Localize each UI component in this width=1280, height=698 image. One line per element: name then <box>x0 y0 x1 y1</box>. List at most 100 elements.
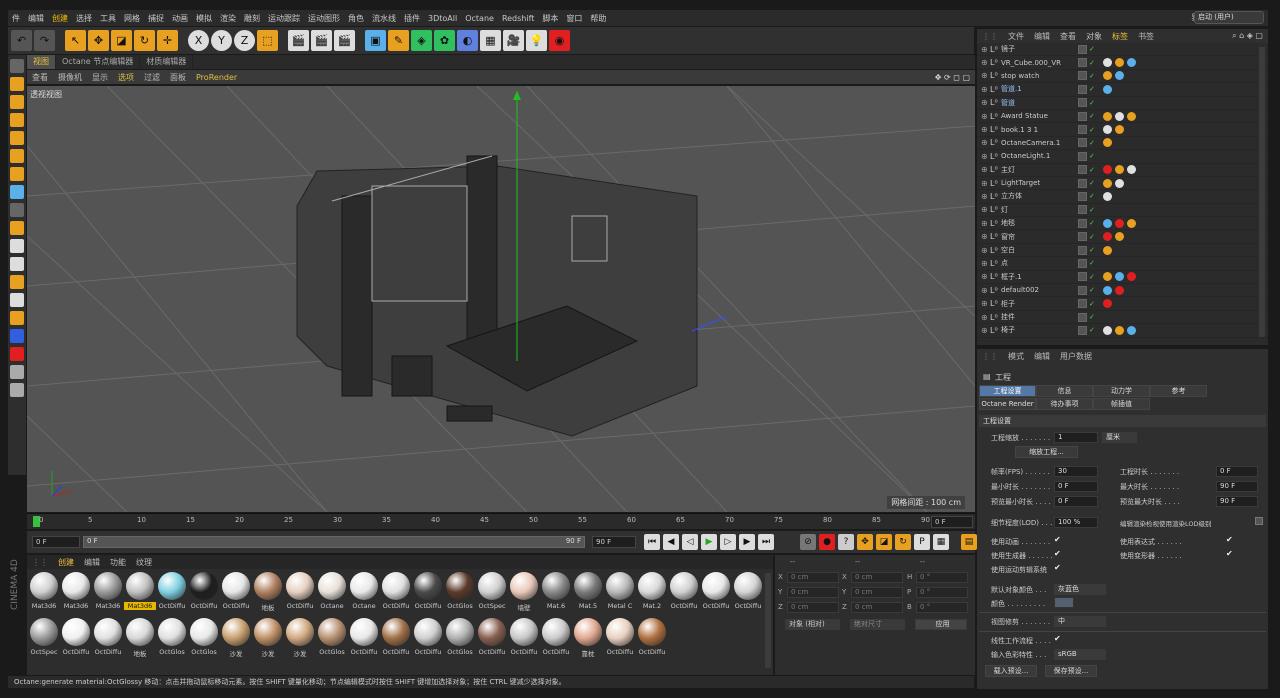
material-swatch[interactable]: 沙发 <box>252 618 284 664</box>
material-swatch[interactable]: Mat3d6 <box>124 572 156 618</box>
coord-field[interactable]: 0 cm <box>851 587 903 598</box>
go-start-icon[interactable]: ⏮ <box>644 534 660 550</box>
end-frame-field[interactable]: 90 F <box>592 536 636 548</box>
transform-tool-icon[interactable]: ✛ <box>157 30 178 51</box>
vp-menu-prorender[interactable]: ProRender <box>191 73 242 82</box>
enabled-check-icon[interactable]: ✓ <box>1089 192 1095 200</box>
visibility-toggle[interactable] <box>1078 232 1087 242</box>
sphere-icon[interactable] <box>10 329 24 343</box>
use-generators-checkbox[interactable]: ✔ <box>1054 549 1061 558</box>
enabled-check-icon[interactable]: ✓ <box>1089 72 1095 80</box>
menu-item-15[interactable]: 插件 <box>400 13 424 24</box>
expand-icon[interactable]: ⊕ <box>981 299 988 308</box>
object-row[interactable]: ⊕ L⁰ 点 ✓ <box>977 257 1268 271</box>
undo-icon[interactable]: ↶ <box>11 30 32 51</box>
om-menu-object[interactable]: 对象 <box>1081 31 1107 42</box>
object-row[interactable]: ⊕ L⁰ 管道 ✓ <box>977 97 1268 110</box>
tab-reference[interactable]: 参考 <box>1150 385 1207 397</box>
input-color-select[interactable]: sRGB <box>1054 649 1106 660</box>
menu-item-3[interactable]: 选择 <box>72 13 96 24</box>
material-tag-icon[interactable] <box>1103 285 1112 295</box>
material-tag-icon[interactable] <box>1127 165 1136 175</box>
material-tag-icon[interactable] <box>1127 272 1136 282</box>
visibility-toggle[interactable] <box>1078 285 1087 295</box>
material-swatch[interactable]: 墙壁 <box>508 572 540 618</box>
object-row[interactable]: ⊕ L⁰ 空白 ✓ <box>977 244 1268 258</box>
object-row[interactable]: ⊕ L⁰ default002 ✓ <box>977 284 1268 298</box>
menu-item-9[interactable]: 渲染 <box>216 13 240 24</box>
material-swatch[interactable]: Metal C <box>604 572 636 618</box>
enabled-check-icon[interactable]: ✓ <box>1089 179 1095 187</box>
material-tag-icon[interactable] <box>1103 165 1112 175</box>
material-tag-icon[interactable] <box>1103 111 1112 121</box>
om-search-icon[interactable]: ⌕ ⌂ ◈ ▢ <box>1227 31 1268 41</box>
linear-workflow-checkbox[interactable]: ✔ <box>1054 634 1061 643</box>
attr-menu-edit[interactable]: 编辑 <box>1029 351 1055 362</box>
material-tag-icon[interactable] <box>1115 325 1124 335</box>
material-tag-icon[interactable] <box>1115 165 1124 175</box>
expand-icon[interactable]: ⊕ <box>981 125 988 134</box>
settings-icon[interactable] <box>10 383 24 397</box>
enabled-check-icon[interactable]: ✓ <box>1089 233 1095 241</box>
enabled-check-icon[interactable]: ✓ <box>1089 139 1095 147</box>
object-row[interactable]: ⊕ L⁰ 挂件 ✓ <box>977 311 1268 325</box>
coord-field[interactable]: 0 cm <box>787 602 839 613</box>
object-row[interactable]: ⊕ L⁰ book.1 3 1 ✓ <box>977 123 1268 137</box>
coord-field[interactable]: 0 ° <box>916 572 968 583</box>
om-menu-edit[interactable]: 编辑 <box>1029 31 1055 42</box>
go-end-icon[interactable]: ⏭ <box>758 534 774 550</box>
expand-icon[interactable]: ⊕ <box>981 246 988 255</box>
visibility-toggle[interactable] <box>1078 84 1087 94</box>
prev-frame-icon[interactable]: ◁ <box>682 534 698 550</box>
visibility-toggle[interactable] <box>1078 312 1087 322</box>
material-tag-icon[interactable] <box>1115 125 1124 135</box>
visibility-toggle[interactable] <box>1078 272 1087 282</box>
material-tag-icon[interactable] <box>1115 111 1124 121</box>
expand-icon[interactable]: ⊕ <box>981 45 988 54</box>
material-tag-icon[interactable] <box>1103 299 1112 309</box>
material-swatch[interactable]: OctDiffu <box>220 572 252 618</box>
next-key-icon[interactable]: ▶ <box>739 534 755 550</box>
visibility-toggle[interactable] <box>1078 125 1087 135</box>
menu-item-17[interactable]: Octane <box>461 14 498 23</box>
load-preset-button[interactable]: 载入预设... <box>985 665 1037 677</box>
coord-system-icon[interactable]: ⬚ <box>257 30 278 51</box>
menu-item-5[interactable]: 网格 <box>120 13 144 24</box>
expand-icon[interactable]: ⊕ <box>981 192 988 201</box>
object-row[interactable]: ⊕ L⁰ 管道.1 ✓ <box>977 83 1268 97</box>
expand-icon[interactable]: ⊕ <box>981 71 988 80</box>
tab-dynamics[interactable]: 动力学 <box>1093 385 1150 397</box>
lock-workplane-icon[interactable] <box>10 293 24 307</box>
object-name[interactable]: stop watch <box>1001 72 1039 80</box>
texture-mode-icon[interactable] <box>10 95 24 109</box>
enabled-check-icon[interactable]: ✓ <box>1089 273 1095 281</box>
material-swatch[interactable]: OctDiffu <box>348 618 380 664</box>
om-menu-bookmarks[interactable]: 书签 <box>1133 31 1159 42</box>
enabled-check-icon[interactable]: ✓ <box>1089 246 1095 254</box>
material-tag-icon[interactable] <box>1115 272 1124 282</box>
object-row[interactable]: ⊕ L⁰ 立方体 ✓ <box>977 190 1268 204</box>
object-row[interactable]: ⊕ L⁰ stop watch ✓ <box>977 70 1268 84</box>
tweak-icon[interactable] <box>10 203 24 217</box>
object-name[interactable]: 框子.1 <box>1001 272 1022 282</box>
key-pla-icon[interactable]: ▦ <box>933 534 949 550</box>
menu-item-14[interactable]: 流水线 <box>368 13 400 24</box>
material-swatch[interactable]: OctGlos <box>188 618 220 664</box>
menu-item-12[interactable]: 运动图形 <box>304 13 344 24</box>
material-swatch[interactable]: OctDiffu <box>92 618 124 664</box>
object-row[interactable]: ⊕ L⁰ VR_Cube.000_VR ✓ <box>977 56 1268 70</box>
object-name[interactable]: 空白 <box>1001 245 1015 255</box>
enabled-check-icon[interactable]: ✓ <box>1089 206 1095 214</box>
cloner-icon[interactable]: ✿ <box>434 30 455 51</box>
object-scrollbar[interactable] <box>1259 47 1265 337</box>
om-menu-file[interactable]: 文件 <box>1003 31 1029 42</box>
visibility-toggle[interactable] <box>1078 44 1087 54</box>
render-view-icon[interactable]: 🎬 <box>288 30 309 51</box>
material-swatch[interactable]: Mat3d6 <box>92 572 124 618</box>
object-row[interactable]: ⊕ L⁰ OctaneCamera.1 ✓ <box>977 137 1268 151</box>
tab-project-settings[interactable]: 工程设置 <box>979 385 1036 397</box>
visibility-toggle[interactable] <box>1078 218 1087 228</box>
tab-octane-render[interactable]: Octane Render <box>979 398 1036 410</box>
menu-item-18[interactable]: Redshift <box>498 14 538 23</box>
material-swatch[interactable]: Mat.5 <box>572 572 604 618</box>
